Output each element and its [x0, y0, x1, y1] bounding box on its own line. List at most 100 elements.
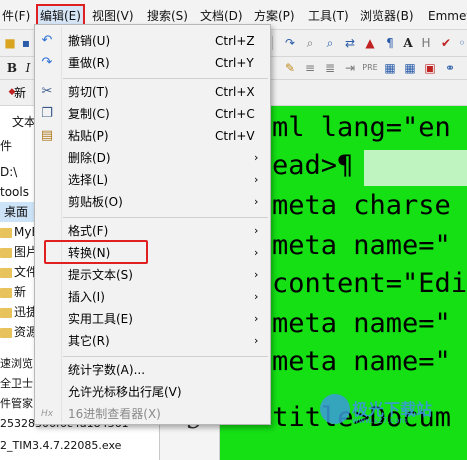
menu-item-hex-viewer[interactable]: Hx 16进制查看器(X)	[35, 403, 270, 425]
list-item[interactable]: 速浏览	[0, 354, 33, 374]
redo-icon: ↷	[41, 55, 53, 70]
save-icon[interactable]: ▪	[18, 35, 34, 51]
menu-item-label: 选择(L)	[68, 173, 109, 187]
list-item[interactable]: 2_TIM3.4.7.22085.exe	[0, 436, 121, 456]
menu-item-paste[interactable]: ▤ 粘贴(P) Ctrl+V	[35, 125, 270, 147]
new-tab-label[interactable]: 新	[14, 84, 26, 101]
mark-icon[interactable]: ▲	[362, 35, 378, 51]
menu-item-insert[interactable]: 插入(I) ›	[35, 286, 270, 308]
code-line: meta name="	[272, 230, 451, 261]
find-icon[interactable]: ⌕	[302, 35, 318, 51]
menu-item-label: 格式(F)	[68, 224, 109, 238]
image-icon[interactable]: ▣	[422, 60, 438, 76]
replace-icon[interactable]: ⇄	[342, 35, 358, 51]
menu-item-redo[interactable]: ↷ 重做(R) Ctrl+Y	[35, 52, 270, 74]
menu-item-label: 16进制查看器(X)	[68, 407, 161, 421]
pre-icon[interactable]: PRE	[362, 60, 378, 76]
menu-item-label: 粘贴(P)	[68, 129, 109, 143]
menu-file[interactable]: 件(F)	[2, 6, 30, 26]
watermark-logo-icon	[320, 394, 350, 424]
folder-new[interactable]: 新	[0, 282, 26, 302]
menu-item-delete[interactable]: 删除(D) ›	[35, 147, 270, 169]
copy-icon: ❐	[41, 106, 53, 121]
panel-tab-text[interactable]: 文本	[12, 112, 35, 132]
edit-menu-dropdown: ↶ 撤销(U) Ctrl+Z ↷ 重做(R) Ctrl+Y ✂ 剪切(T) Ct…	[34, 24, 271, 425]
toolbar-divider	[272, 36, 273, 50]
code-line: meta name="	[272, 346, 451, 377]
font-icon[interactable]: A	[400, 35, 416, 51]
pencil-icon[interactable]: ✎	[282, 60, 298, 76]
menu-item-word-count[interactable]: 统计字数(A)...	[35, 359, 270, 381]
code-line: meta charse	[272, 190, 451, 221]
hex-icon: Hx	[40, 409, 54, 419]
menu-view[interactable]: 视图(V)	[92, 6, 134, 26]
menu-item-label: 插入(I)	[68, 290, 105, 304]
panel-tab-files[interactable]: 件	[0, 136, 12, 156]
abc-icon[interactable]: ✔	[438, 35, 454, 51]
bold-icon[interactable]: B	[4, 60, 20, 76]
menu-item-cursor-past-eol[interactable]: 允许光标移出行尾(V)	[35, 381, 270, 403]
link-icon[interactable]: ⚭	[442, 60, 458, 76]
menu-scheme[interactable]: 方案(P)	[254, 6, 295, 26]
folder-mye[interactable]: MyE	[0, 222, 35, 242]
menu-item-label: 统计字数(A)...	[68, 363, 146, 377]
more-icon[interactable]: ◦	[454, 35, 467, 51]
menu-item-shortcut: Ctrl+Z	[215, 34, 255, 48]
menu-item-select[interactable]: 选择(L) ›	[35, 169, 270, 191]
drive-d[interactable]: D:\	[0, 162, 17, 182]
hex-toolbar-icon[interactable]: H	[418, 35, 434, 51]
submenu-arrow-icon: ›	[254, 246, 259, 259]
menu-item-clipboard[interactable]: 剪贴板(O) ›	[35, 191, 270, 213]
submenu-arrow-icon: ›	[254, 290, 259, 303]
submenu-arrow-icon: ›	[254, 312, 259, 325]
folder-tools[interactable]: tools	[0, 182, 29, 202]
menu-item-shortcut: Ctrl+C	[215, 107, 255, 121]
indent-icon[interactable]: ⇥	[342, 60, 358, 76]
menu-document[interactable]: 文档(D)	[200, 6, 243, 26]
menu-emmet[interactable]: Emmet	[428, 6, 467, 26]
folder-xunjie[interactable]: 迅捷	[0, 302, 35, 322]
menu-tools[interactable]: 工具(T)	[308, 6, 349, 26]
menu-item-label: 删除(D)	[68, 151, 111, 165]
find-next-icon[interactable]: ⌕	[322, 35, 338, 51]
submenu-arrow-icon: ›	[254, 268, 259, 281]
folder-pictures[interactable]: 图片	[0, 242, 35, 262]
submenu-arrow-icon: ›	[254, 334, 259, 347]
menu-item-other[interactable]: 其它(R) ›	[35, 330, 270, 352]
table-icon[interactable]: ▦	[382, 60, 398, 76]
menu-item-utilities[interactable]: 实用工具(E) ›	[35, 308, 270, 330]
menu-item-label: 剪切(T)	[68, 85, 109, 99]
grid-icon[interactable]: ▦	[402, 60, 418, 76]
align-icon[interactable]: ≣	[322, 60, 338, 76]
menu-item-undo[interactable]: ↶ 撤销(U) Ctrl+Z	[35, 30, 270, 52]
paragraph-icon[interactable]: ¶	[382, 35, 398, 51]
folder-desktop[interactable]: 桌面	[0, 202, 35, 222]
folder-resources[interactable]: 资源	[0, 322, 35, 342]
menu-item-cut[interactable]: ✂ 剪切(T) Ctrl+X	[35, 81, 270, 103]
submenu-arrow-icon: ›	[254, 195, 259, 208]
menu-item-shortcut: Ctrl+V	[215, 129, 255, 143]
folder-documents[interactable]: 文件	[0, 262, 35, 282]
menu-browser[interactable]: 浏览器(B)	[360, 6, 414, 26]
menu-search[interactable]: 搜索(S)	[147, 6, 188, 26]
code-line: ead>¶	[272, 150, 354, 181]
open-folder-icon[interactable]: ■	[2, 35, 18, 51]
cut-icon: ✂	[41, 84, 53, 99]
menu-edit[interactable]: 编辑(E)	[36, 4, 85, 28]
list-item[interactable]: 全卫士	[0, 374, 33, 394]
redo-toolbar-icon[interactable]: ↷	[282, 35, 298, 51]
menu-item-label: 提示文本(S)	[68, 268, 133, 282]
watermark: 极光下载站 www.xz7.com	[320, 392, 460, 432]
menu-item-label: 其它(R)	[68, 334, 110, 348]
list-icon[interactable]: ≡	[302, 60, 318, 76]
menu-item-hint-text[interactable]: 提示文本(S) ›	[35, 264, 270, 286]
menu-item-label: 允许光标移出行尾(V)	[68, 385, 182, 399]
menu-item-copy[interactable]: ❐ 复制(C) Ctrl+C	[35, 103, 270, 125]
list-item[interactable]: 件管家	[0, 394, 33, 414]
menu-item-format[interactable]: 格式(F) ›	[35, 220, 270, 242]
menu-separator	[63, 217, 268, 218]
menu-item-label: 撤销(U)	[68, 34, 111, 48]
menu-item-shortcut: Ctrl+Y	[215, 56, 254, 70]
submenu-arrow-icon: ›	[254, 224, 259, 237]
paste-icon: ▤	[40, 128, 54, 143]
